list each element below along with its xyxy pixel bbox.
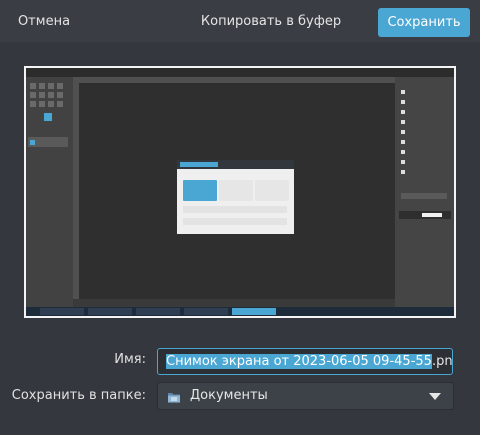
preview-task [40,308,84,315]
preview-dialog-option [219,180,253,201]
preview-dialog [177,160,294,234]
preview-tool [57,92,63,98]
preview-dock-tabs [401,193,447,199]
preview-tool [57,101,63,107]
preview-menubar [26,68,454,77]
preview-tool [30,92,36,98]
preview-task-active [232,308,276,315]
preview-dock-item [401,89,449,95]
screenshot-preview [26,68,454,316]
preview-task [184,308,228,315]
preview-dialog-option [255,180,289,201]
preview-dialog-button [180,162,218,167]
folder-label: Сохранить в папке: [11,388,146,403]
preview-dialog-row [183,206,287,213]
preview-tool [48,83,54,89]
copy-to-clipboard-button[interactable]: Копировать в буфер обмена [178,8,364,57]
folder-dropdown[interactable]: Документы [157,382,454,410]
preview-layer-thumb [422,213,442,217]
preview-dock-item [401,119,449,125]
preview-right-panel [395,77,454,307]
preview-dock-item [401,129,449,135]
folder-value: Документы [190,388,268,403]
chevron-down-icon[interactable] [429,393,441,400]
preview-dock-item [401,139,449,145]
cancel-button[interactable]: Отмена [14,8,74,36]
preview-taskbar [26,307,454,316]
preview-tool [39,92,45,98]
preview-task [136,308,180,315]
preview-tool [39,101,45,107]
filename-extension: .png [431,354,453,369]
preview-dock-item [401,99,449,105]
preview-ruler-horizontal [73,77,395,83]
preview-tool [39,83,45,89]
preview-tool [57,83,63,89]
preview-tool [30,140,35,145]
preview-tool [30,83,36,89]
preview-dock-item [401,159,449,165]
preview-toolbox [26,77,73,307]
preview-dialog-option [183,180,217,201]
preview-dock-item [401,149,449,155]
preview-dialog-row [183,218,287,225]
folder-icon [167,389,181,403]
preview-statusbar [73,299,395,307]
preview-color-swatch [44,113,52,121]
preview-dialog-titlebar [177,160,294,169]
preview-tool [30,101,36,107]
preview-task [88,308,132,315]
preview-dock-item [401,169,449,175]
preview-dock-item [401,109,449,115]
save-button[interactable]: Сохранить [378,8,470,37]
preview-ruler-vertical [73,77,79,299]
preview-tool [48,92,54,98]
preview-tool [48,101,54,107]
filename-input[interactable]: Снимок экрана от 2023-06-05 09-45-55.png [157,348,453,375]
dialog-header: Отмена Копировать в буфер обмена Сохрани… [0,0,480,57]
name-label: Имя: [114,352,146,367]
filename-selected-text: Снимок экрана от 2023-06-05 09-45-55 [166,354,432,369]
